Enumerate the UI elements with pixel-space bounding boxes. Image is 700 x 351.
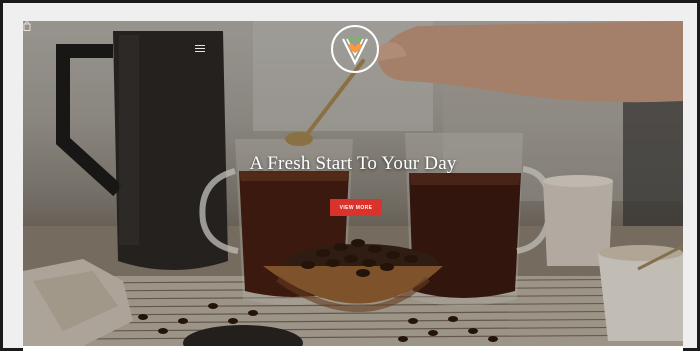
shopping-bag-icon[interactable] — [23, 21, 31, 31]
hero-headline: A Fresh Start To Your Day — [249, 153, 457, 174]
hamburger-menu-icon[interactable] — [195, 45, 205, 53]
heart-v-logo-icon — [342, 37, 368, 66]
view-more-button[interactable]: VIEW MORE — [330, 199, 382, 216]
hero-banner: A Fresh Start To Your Day VIEW MORE — [23, 21, 683, 346]
brand-logo[interactable] — [331, 25, 379, 73]
content-strip — [23, 346, 683, 351]
browser-viewport: A Fresh Start To Your Day VIEW MORE — [0, 0, 700, 351]
